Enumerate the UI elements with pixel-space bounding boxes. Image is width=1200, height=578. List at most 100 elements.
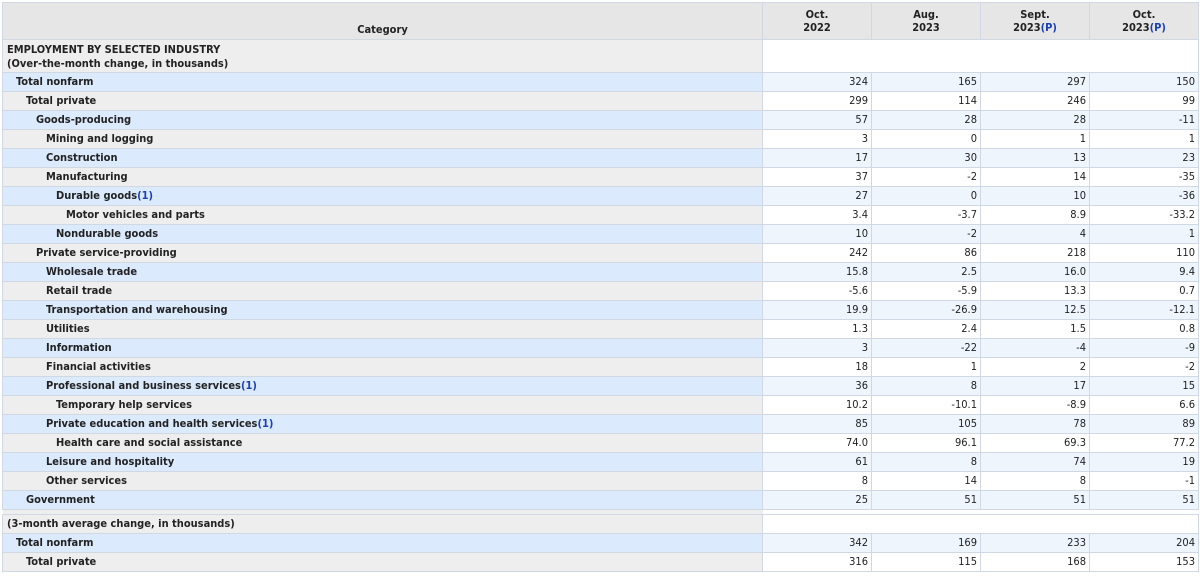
section-subtitle-cell: (3-month average change, in thousands): [2, 514, 763, 534]
period-month: Oct.: [805, 8, 829, 21]
row-label: Total private: [26, 94, 97, 107]
table-body: EMPLOYMENT BY SELECTED INDUSTRY (Over-th…: [2, 39, 1199, 572]
period-header: Sept. 2023(P): [980, 2, 1090, 40]
table-row: Total private 299 114 246 99: [2, 91, 1199, 111]
row-label-cell: Total nonfarm: [2, 533, 763, 553]
row-label: Temporary help services: [56, 398, 193, 411]
table-row: Health care and social assistance 74.0 96.…: [2, 433, 1199, 453]
value-cell: 10.2: [762, 395, 872, 415]
table-row: Temporary help services 10.2 -10.1 -8.9 6.6: [2, 395, 1199, 415]
value-cell: 19: [1089, 452, 1199, 472]
section-subtitle: (Over-the-month change, in thousands): [7, 56, 229, 70]
row-label-cell: Mining and logging: [2, 129, 763, 149]
table-row: Durable goods(1) 27 0 10 -36: [2, 186, 1199, 206]
row-label-cell: Construction: [2, 148, 763, 168]
value-cell: -9: [1089, 338, 1199, 358]
value-cell: 3: [762, 338, 872, 358]
table-row: Utilities 1.3 2.4 1.5 0.8: [2, 319, 1199, 339]
section-title: EMPLOYMENT BY SELECTED INDUSTRY: [7, 42, 221, 56]
value-cell: 89: [1089, 414, 1199, 434]
value-cell: -4: [980, 338, 1090, 358]
value-cell: 23: [1089, 148, 1199, 168]
value-cell: 14: [871, 471, 981, 491]
value-cell: 165: [871, 72, 981, 92]
value-cell: 74: [980, 452, 1090, 472]
value-cell: 342: [762, 533, 872, 553]
table-row: Transportation and warehousing 19.9 -26.9 1…: [2, 300, 1199, 320]
table-row: Wholesale trade 15.8 2.5 16.0 9.4: [2, 262, 1199, 282]
value-cell: 8: [871, 376, 981, 396]
row-label-cell: Total private: [2, 91, 763, 111]
value-cell: 18: [762, 357, 872, 377]
value-cell: 14: [980, 167, 1090, 187]
table-row: Nondurable goods 10 -2 4 1: [2, 224, 1199, 244]
section-blank-cell: [762, 514, 1199, 534]
row-label-cell: Government: [2, 490, 763, 510]
period-year: 2023: [1122, 21, 1150, 34]
row-label: Private service-providing: [36, 246, 177, 259]
row-label-cell: Private service-providing: [2, 243, 763, 263]
table-row: Financial activities 18 1 2 -2: [2, 357, 1199, 377]
table-row: Government 25 51 51 51: [2, 490, 1199, 510]
value-cell: 8.9: [980, 205, 1090, 225]
value-cell: 1.5: [980, 319, 1090, 339]
value-cell: 110: [1089, 243, 1199, 263]
value-cell: 51: [1089, 490, 1199, 510]
value-cell: 27: [762, 186, 872, 206]
value-cell: 115: [871, 552, 981, 572]
value-cell: -10.1: [871, 395, 981, 415]
period-year: 2022: [803, 21, 831, 34]
value-cell: 86: [871, 243, 981, 263]
row-label: Retail trade: [46, 284, 113, 297]
value-cell: 19.9: [762, 300, 872, 320]
preliminary-link[interactable]: (P): [1150, 21, 1166, 34]
value-cell: 114: [871, 91, 981, 111]
row-label-cell: Financial activities: [2, 357, 763, 377]
table-header-row: Category Oct. 2022 Aug. 2023 Sept. 2023(…: [2, 2, 1199, 40]
row-label: Construction: [46, 151, 118, 164]
value-cell: 12.5: [980, 300, 1090, 320]
value-cell: -1: [1089, 471, 1199, 491]
value-cell: 299: [762, 91, 872, 111]
value-cell: -5.6: [762, 281, 872, 301]
value-cell: -5.9: [871, 281, 981, 301]
value-cell: 168: [980, 552, 1090, 572]
value-cell: -2: [1089, 357, 1199, 377]
category-header: Category: [2, 2, 763, 40]
row-label-cell: Leisure and hospitality: [2, 452, 763, 472]
row-label-cell: Health care and social assistance: [2, 433, 763, 453]
footnote-link[interactable]: (1): [241, 379, 257, 392]
row-label: Professional and business services: [46, 379, 241, 392]
footnote-link[interactable]: (1): [137, 189, 153, 202]
table-row: Total nonfarm 324 165 297 150: [2, 72, 1199, 92]
row-label: Health care and social assistance: [56, 436, 243, 449]
value-cell: 15.8: [762, 262, 872, 282]
table-row: Other services 8 14 8 -1: [2, 471, 1199, 491]
table-row: Construction 17 30 13 23: [2, 148, 1199, 168]
footnote-link[interactable]: (1): [257, 417, 273, 430]
value-cell: 242: [762, 243, 872, 263]
value-cell: 36: [762, 376, 872, 396]
row-label-cell: Other services: [2, 471, 763, 491]
value-cell: 8: [980, 471, 1090, 491]
row-label-cell: Temporary help services: [2, 395, 763, 415]
period-header: Aug. 2023: [871, 2, 981, 40]
row-label: Utilities: [46, 322, 90, 335]
row-label: Manufacturing: [46, 170, 128, 183]
value-cell: 51: [871, 490, 981, 510]
period-header: Oct. 2022: [762, 2, 872, 40]
value-cell: 78: [980, 414, 1090, 434]
preliminary-link[interactable]: (P): [1041, 21, 1057, 34]
value-cell: -2: [871, 224, 981, 244]
value-cell: 96.1: [871, 433, 981, 453]
value-cell: -22: [871, 338, 981, 358]
value-cell: 25: [762, 490, 872, 510]
row-label-cell: Motor vehicles and parts: [2, 205, 763, 225]
value-cell: 6.6: [1089, 395, 1199, 415]
value-cell: 1: [871, 357, 981, 377]
value-cell: -35: [1089, 167, 1199, 187]
row-label: Mining and logging: [46, 132, 154, 145]
table-row: Manufacturing 37 -2 14 -35: [2, 167, 1199, 187]
value-cell: 2.5: [871, 262, 981, 282]
value-cell: 17: [762, 148, 872, 168]
